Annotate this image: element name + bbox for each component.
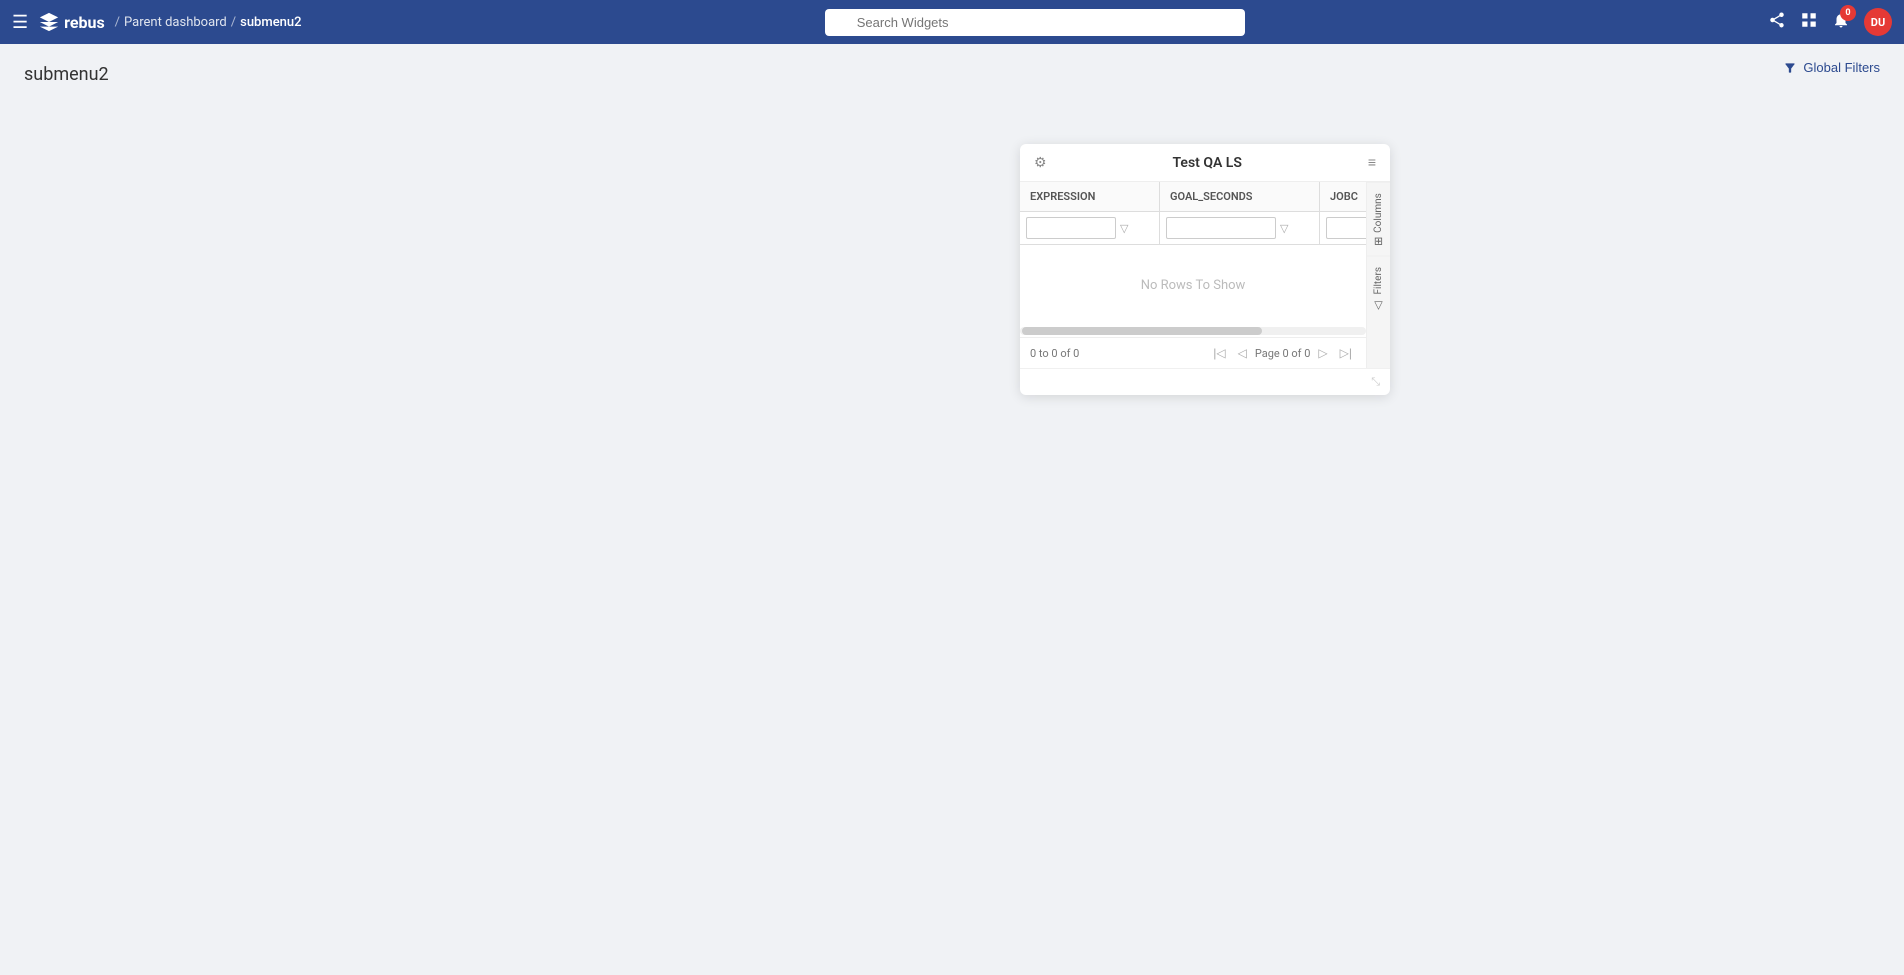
hamburger-icon[interactable]: ☰ [12,12,28,33]
pagination-controls: |◁ ◁ Page 0 of 0 ▷ ▷| [1209,344,1356,362]
columns-tab-label: Columns [1373,193,1384,233]
table-header-row: Expression GOAL_SECONDS JOBC [1020,182,1366,212]
search-container: 🔍 [314,9,1756,36]
rebus-logo-text: rebus [64,13,105,32]
table-body: No Rows To Show [1020,245,1366,325]
page-content: submenu2 Global Filters ⚙ Test QA LS ≡ E… [0,44,1904,975]
breadcrumb-current: submenu2 [240,15,301,30]
widget-body: Expression GOAL_SECONDS JOBC ▽ [1020,182,1390,368]
table-area: Expression GOAL_SECONDS JOBC ▽ [1020,182,1366,368]
rebus-logo-symbol [38,11,60,33]
filter-input-expression[interactable] [1026,217,1116,239]
no-rows-text: No Rows To Show [1141,278,1246,293]
user-avatar[interactable]: DU [1864,8,1892,36]
widget-menu-icon[interactable]: ≡ [1368,154,1376,171]
filters-tab-label: Filters [1373,267,1384,295]
search-input[interactable] [825,9,1245,36]
navbar: ☰ rebus / Parent dashboard / submenu2 🔍 [0,0,1904,44]
filters-icon [1783,61,1797,75]
pagination-row: 0 to 0 of 0 |◁ ◁ Page 0 of 0 ▷ ▷| [1020,337,1366,368]
col-header-job: JOBC [1320,182,1366,211]
filter-input-job[interactable] [1326,217,1366,239]
navbar-right: 0 DU [1768,8,1892,36]
notification-icon[interactable]: 0 [1832,11,1850,33]
page-info: Page 0 of 0 [1255,347,1311,360]
prev-page-button[interactable]: ◁ [1234,344,1251,362]
columns-tab[interactable]: ⊞ Columns [1367,182,1390,256]
widget-settings-icon[interactable]: ⚙ [1034,155,1047,171]
columns-tab-icon: ⊞ [1372,237,1385,246]
global-filters-button[interactable]: Global Filters [1783,60,1880,75]
side-panel: ⊞ Columns ▽ Filters [1366,182,1390,368]
pagination-count: 0 to 0 of 0 [1030,347,1079,360]
breadcrumb: / Parent dashboard / submenu2 [115,15,302,30]
share-icon[interactable] [1768,11,1786,33]
first-page-button[interactable]: |◁ [1209,344,1229,362]
navbar-left: ☰ rebus / Parent dashboard / submenu2 [12,11,302,33]
page-title: submenu2 [24,64,1880,85]
filter-cell-expression: ▽ [1020,212,1160,244]
next-page-button[interactable]: ▷ [1314,344,1331,362]
widget-card: ⚙ Test QA LS ≡ Expression GOAL_SECONDS J… [1020,144,1390,395]
breadcrumb-sep2: / [231,15,236,30]
breadcrumb-parent[interactable]: Parent dashboard [124,15,227,30]
last-page-button[interactable]: ▷| [1336,344,1356,362]
filters-tab[interactable]: ▽ Filters [1367,256,1390,322]
filter-funnel-goal[interactable]: ▽ [1280,222,1288,235]
filter-cell-job [1320,212,1366,244]
widget-title: Test QA LS [1047,155,1368,171]
notification-badge: 0 [1840,5,1856,21]
global-filters-label: Global Filters [1803,60,1880,75]
col-header-expression: Expression [1020,182,1160,211]
filter-input-goal[interactable] [1166,217,1276,239]
filters-tab-icon: ▽ [1372,298,1385,311]
grid-icon[interactable] [1800,11,1818,33]
rebus-logo: rebus [38,11,105,33]
share-svg [1768,11,1786,29]
widget-footer: ⤡ [1020,368,1390,395]
filter-funnel-expression[interactable]: ▽ [1120,222,1128,235]
filter-cell-goal: ▽ [1160,212,1320,244]
resize-handle[interactable]: ⤡ [1371,375,1380,389]
filter-row: ▽ ▽ [1020,212,1366,245]
scrollbar-thumb[interactable] [1022,327,1262,335]
breadcrumb-sep1: / [115,15,120,30]
horizontal-scrollbar[interactable] [1020,327,1366,335]
grid-svg [1800,11,1818,29]
search-wrapper: 🔍 [825,9,1245,36]
col-header-goal-seconds: GOAL_SECONDS [1160,182,1320,211]
widget-header: ⚙ Test QA LS ≡ [1020,144,1390,182]
